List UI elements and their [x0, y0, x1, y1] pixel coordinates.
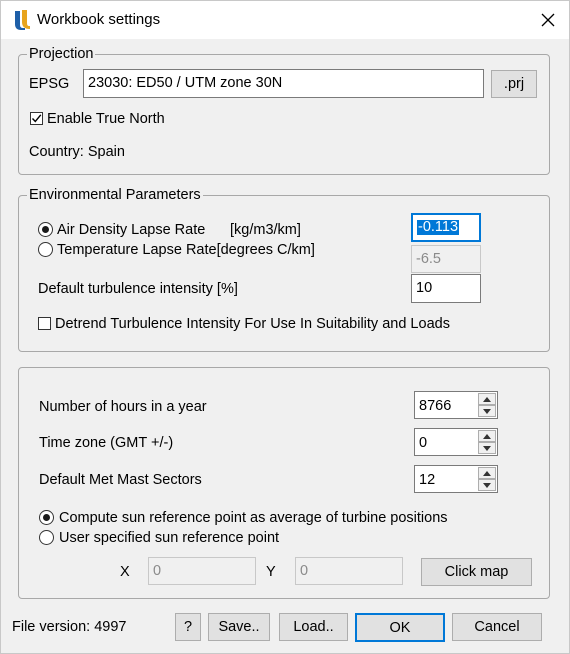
air-density-field[interactable]: -0.113	[411, 213, 481, 242]
air-density-value: -0.113	[417, 219, 460, 236]
prj-button[interactable]: .prj	[491, 70, 537, 98]
x-label: X	[120, 564, 130, 580]
click-map-button[interactable]: Click map	[421, 558, 532, 586]
epsg-value: 23030: ED50 / UTM zone 30N	[88, 75, 283, 92]
arrow-up-icon	[483, 433, 491, 439]
air-density-radio[interactable]	[38, 222, 53, 237]
close-icon	[541, 13, 555, 27]
save-button-label: Save..	[218, 619, 260, 635]
help-button[interactable]: ?	[175, 613, 201, 641]
turbulence-label: Default turbulence intensity [%]	[38, 281, 238, 297]
timezone-label: Time zone (GMT +/-)	[39, 435, 174, 451]
radio-selected-dot	[43, 514, 50, 521]
epsg-field[interactable]: 23030: ED50 / UTM zone 30N	[83, 69, 484, 98]
workbook-settings-dialog: Workbook settings Projection EPSG 23030:…	[0, 0, 570, 654]
cancel-button-label: Cancel	[474, 619, 520, 635]
arrow-up-icon	[483, 396, 491, 402]
help-button-label: ?	[183, 619, 193, 635]
title-bar: Workbook settings	[1, 1, 569, 39]
app-logo-icon	[15, 10, 30, 30]
environmental-legend: Environmental Parameters	[29, 187, 201, 203]
timezone-value: 0	[419, 435, 428, 451]
window-title: Workbook settings	[37, 11, 161, 28]
sun-x-value: 0	[153, 562, 162, 579]
arrow-down-icon	[483, 445, 491, 451]
timezone-spinbox[interactable]: 0	[414, 428, 498, 456]
sun-user-radio[interactable]	[39, 530, 54, 545]
epsg-label: EPSG	[29, 76, 70, 92]
hours-value: 8766	[419, 398, 452, 414]
sun-y-value: 0	[300, 562, 309, 579]
hours-spin-up-button[interactable]	[478, 393, 496, 405]
temperature-value: -6.5	[416, 250, 441, 267]
detrend-checkbox[interactable]	[38, 317, 51, 330]
sectors-spinbox[interactable]: 12	[414, 465, 498, 493]
arrow-up-icon	[483, 470, 491, 476]
turbulence-field[interactable]: 10	[411, 274, 481, 303]
detrend-label: Detrend Turbulence Intensity For Use In …	[55, 316, 450, 332]
prj-button-label: .prj	[503, 76, 525, 92]
radio-selected-dot	[42, 226, 49, 233]
close-button[interactable]	[535, 7, 561, 33]
temperature-label: Temperature Lapse Rate[degrees C/km]	[57, 242, 315, 258]
sectors-value: 12	[419, 472, 436, 488]
sun-y-field: 0	[295, 557, 403, 585]
air-density-unit: [kg/m3/km]	[230, 222, 301, 238]
sun-user-label: User specified sun reference point	[59, 530, 280, 546]
load-button[interactable]: Load..	[279, 613, 348, 641]
sectors-label: Default Met Mast Sectors	[39, 472, 202, 488]
ok-button[interactable]: OK	[355, 613, 445, 642]
cancel-button[interactable]: Cancel	[452, 613, 542, 641]
temperature-field: -6.5	[411, 245, 481, 273]
arrow-down-icon	[483, 408, 491, 414]
temperature-radio[interactable]	[38, 242, 53, 257]
sectors-spin-up-button[interactable]	[478, 467, 496, 479]
hours-label: Number of hours in a year	[39, 399, 207, 415]
projection-legend: Projection	[29, 46, 94, 62]
timezone-spin-up-button[interactable]	[478, 430, 496, 442]
hours-spin-down-button[interactable]	[478, 405, 496, 417]
arrow-down-icon	[483, 482, 491, 488]
hours-spinbox[interactable]: 8766	[414, 391, 498, 419]
true-north-label: Enable True North	[47, 111, 165, 127]
air-density-label: Air Density Lapse Rate	[57, 222, 206, 238]
ok-button-label: OK	[389, 619, 411, 636]
sectors-spin-down-button[interactable]	[478, 479, 496, 491]
country-text: Country: Spain	[29, 144, 125, 160]
save-button[interactable]: Save..	[208, 613, 270, 641]
true-north-checkbox[interactable]	[30, 112, 43, 125]
sun-average-radio[interactable]	[39, 510, 54, 525]
click-map-button-label: Click map	[444, 564, 509, 580]
load-button-label: Load..	[293, 619, 334, 635]
timezone-spin-down-button[interactable]	[478, 442, 496, 454]
y-label: Y	[266, 564, 276, 580]
file-version-text: File version: 4997	[12, 619, 127, 635]
turbulence-value: 10	[416, 280, 433, 297]
sun-average-label: Compute sun reference point as average o…	[59, 510, 448, 526]
checkmark-icon	[31, 114, 42, 123]
sun-x-field: 0	[148, 557, 256, 585]
